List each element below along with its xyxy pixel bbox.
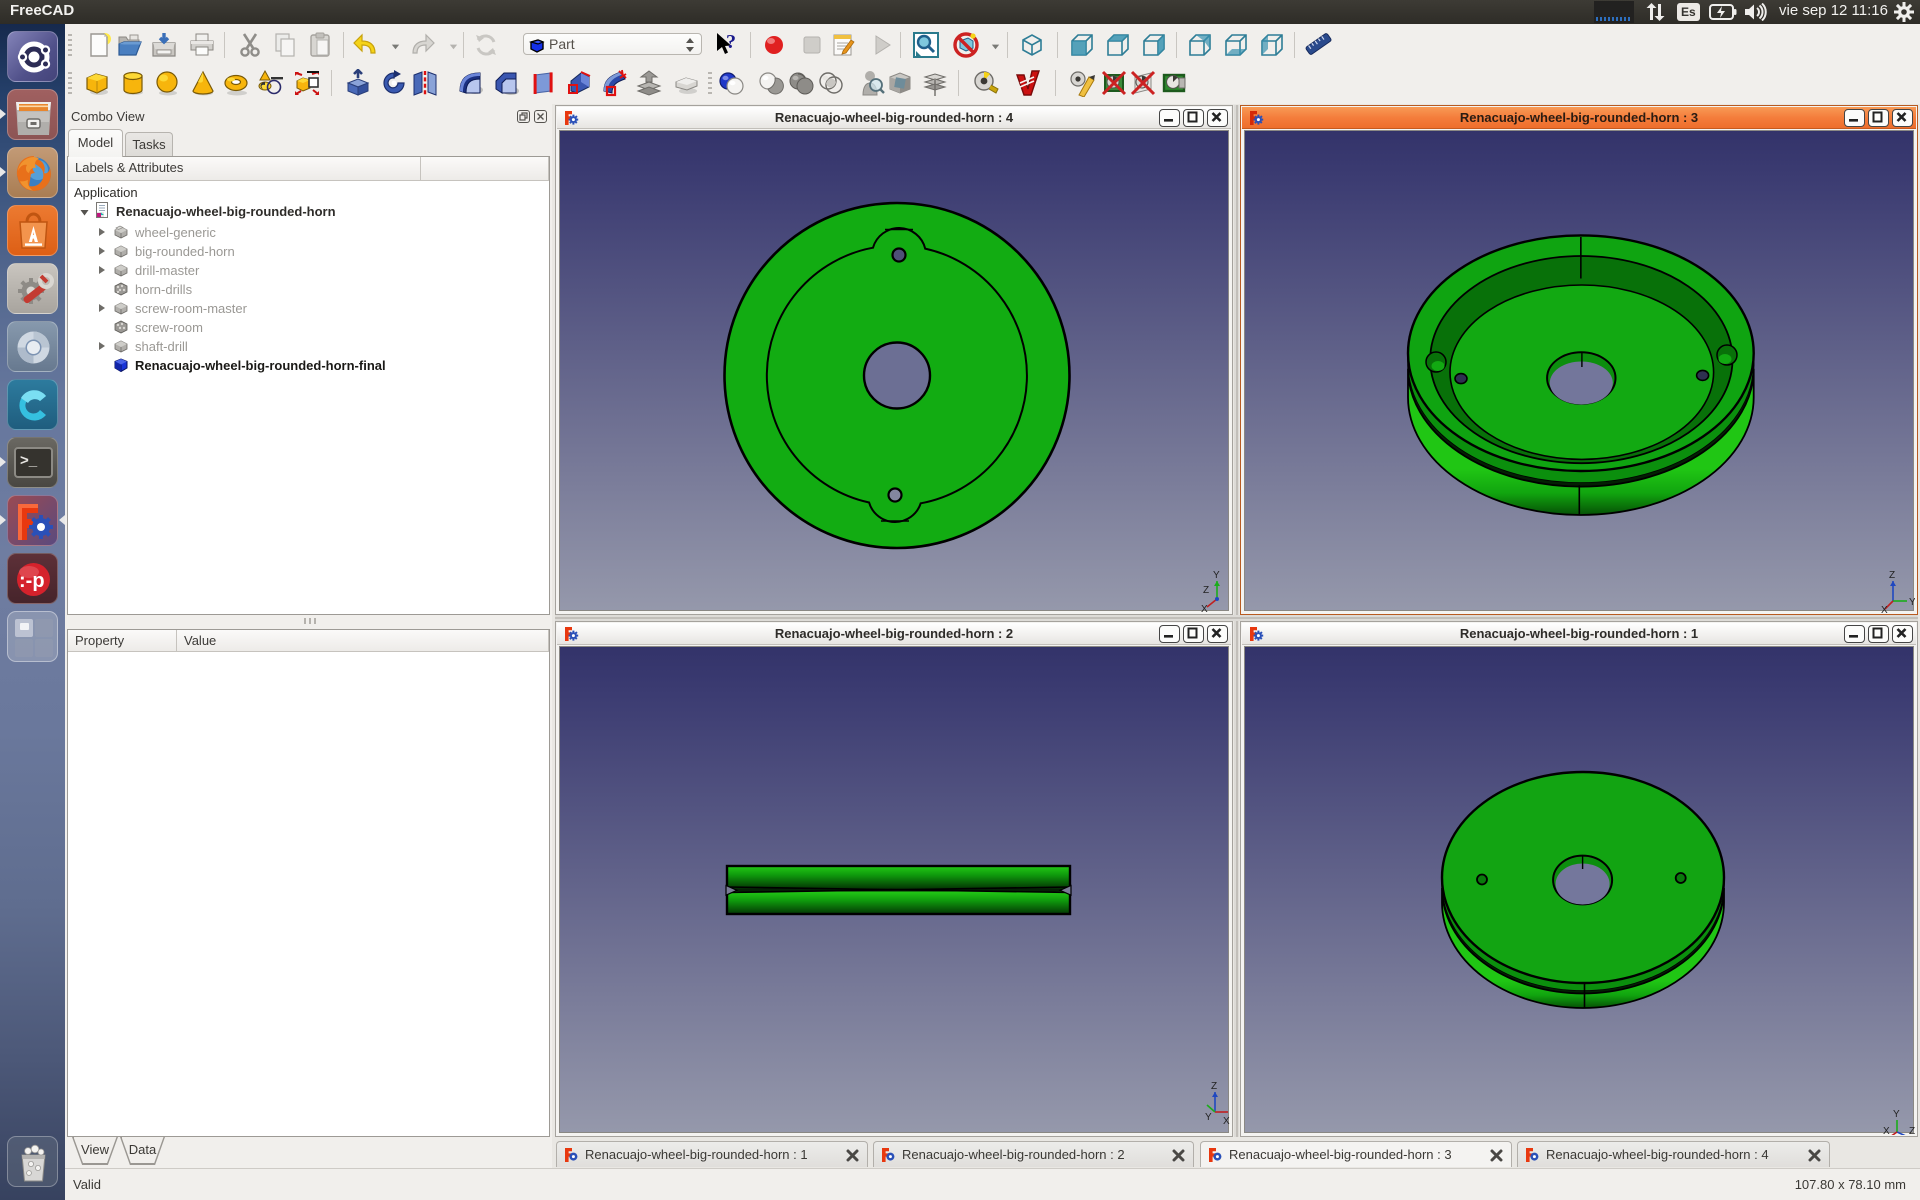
- svg-text:?: ?: [726, 31, 736, 53]
- svg-text:Z: Z: [1203, 585, 1209, 596]
- svg-text::-p: :-p: [19, 570, 45, 592]
- svg-text:Y: Y: [1893, 1109, 1900, 1120]
- svg-text:Z: Z: [1889, 570, 1895, 581]
- svg-text:X: X: [1201, 604, 1208, 613]
- svg-text:Z: Z: [1909, 1126, 1915, 1135]
- svg-text:X: X: [1223, 1116, 1230, 1127]
- svg-text:X: X: [1883, 1126, 1890, 1135]
- svg-text:Y: Y: [1213, 570, 1220, 581]
- svg-text:Z: Z: [1211, 1081, 1217, 1092]
- svg-text:X: X: [1881, 605, 1888, 613]
- svg-text:Y: Y: [1205, 1112, 1212, 1123]
- svg-text:Y: Y: [1909, 597, 1915, 608]
